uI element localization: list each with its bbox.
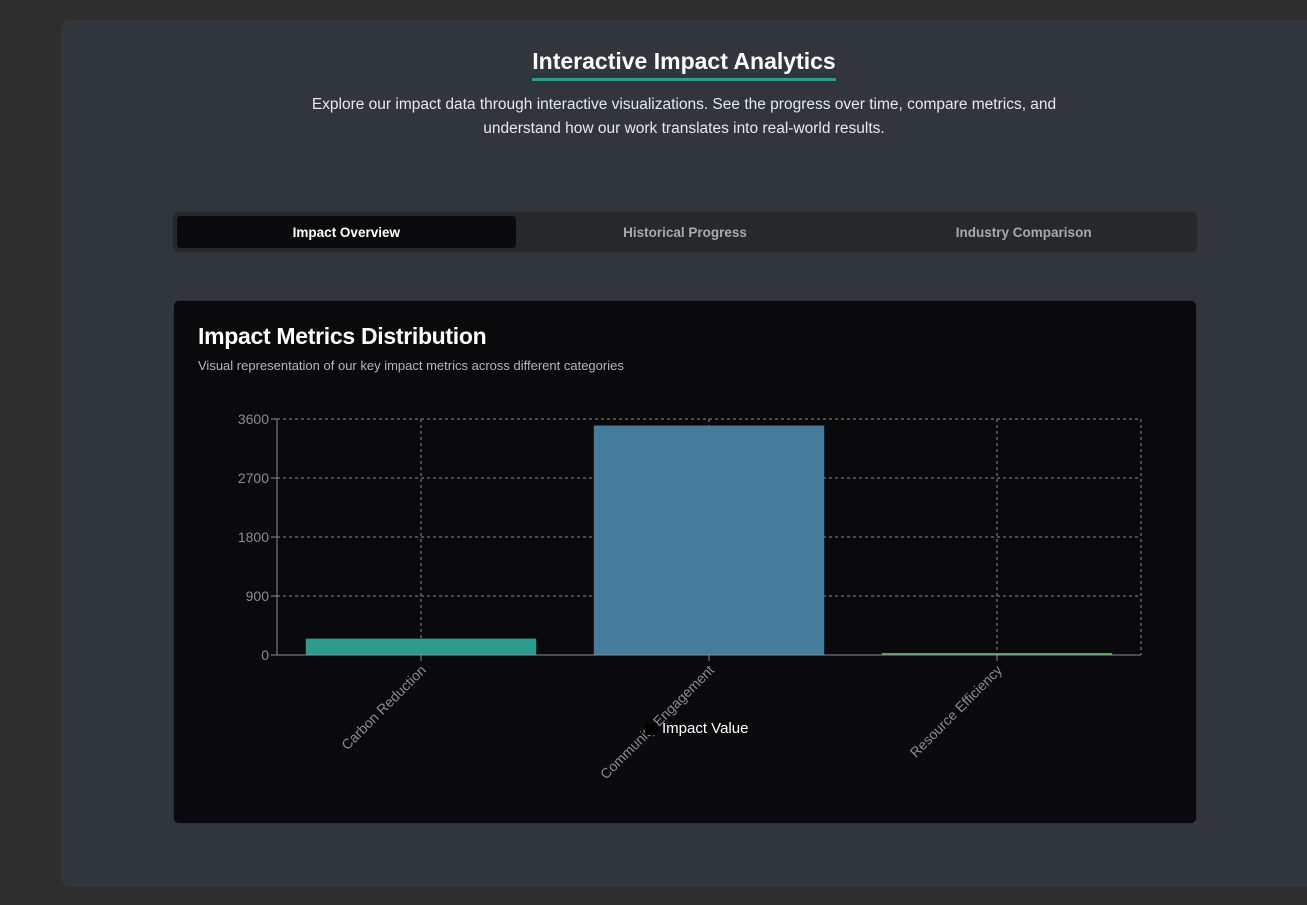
bar-chart: 0900180027003600Carbon Reduction Communit… bbox=[238, 411, 1142, 782]
tab-historical-progress[interactable]: Historical Progress bbox=[516, 216, 855, 248]
chart-card: Impact Metrics Distribution Visual repre… bbox=[173, 300, 1197, 824]
y-tick-label: 3600 bbox=[238, 411, 269, 427]
tab-impact-overview[interactable]: Impact Overview bbox=[177, 216, 516, 248]
legend-swatch bbox=[645, 723, 657, 735]
tab-industry-comparison[interactable]: Industry Comparison bbox=[854, 216, 1193, 248]
page-description: Explore our impact data through interact… bbox=[311, 96, 1057, 137]
y-tick-label: 1800 bbox=[238, 529, 269, 545]
x-tick-label: Resource Efficiency bbox=[907, 662, 1006, 761]
bar bbox=[593, 425, 825, 655]
page-container: Interactive Impact Analytics Explore our… bbox=[61, 20, 1307, 887]
tab-bar: Impact Overview Historical Progress Indu… bbox=[173, 212, 1197, 252]
x-tick-label: Carbon Reduction bbox=[338, 662, 429, 753]
bar bbox=[305, 638, 537, 655]
y-tick-label: 900 bbox=[246, 588, 270, 604]
y-tick-label: 0 bbox=[261, 647, 269, 663]
page-title-text: Interactive Impact Analytics bbox=[532, 48, 836, 81]
legend-label: Impact Value bbox=[662, 720, 748, 737]
y-tick-label: 2700 bbox=[238, 470, 269, 486]
page-title: Interactive Impact Analytics bbox=[61, 48, 1307, 81]
